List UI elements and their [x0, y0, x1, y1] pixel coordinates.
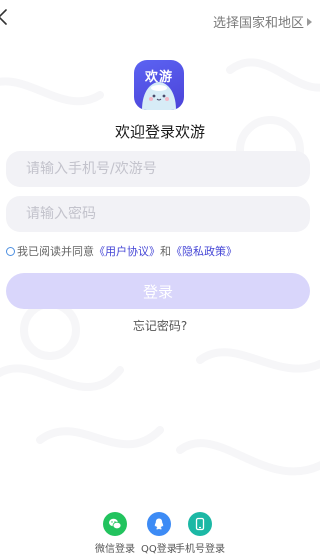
- region-label: 选择国家和地区: [212, 16, 304, 31]
- wechat-icon: [109, 518, 122, 530]
- privacy-policy-link[interactable]: 《隐私政策》: [171, 243, 237, 259]
- country-region-selector[interactable]: 选择国家和地区: [213, 12, 312, 31]
- wechat-login-label: 微信登录: [95, 544, 135, 555]
- back-icon[interactable]: [0, 6, 16, 28]
- password-field[interactable]: [6, 196, 310, 232]
- qq-login-button[interactable]: [147, 512, 171, 536]
- welcome-title: 欢迎登录欢游: [114, 123, 205, 141]
- mascot-icon: [142, 82, 176, 110]
- agreement-prefix: 我已阅读并同意: [17, 245, 94, 258]
- qq-penguin-icon: [154, 518, 164, 530]
- user-agreement-link[interactable]: 《用户协议》: [94, 243, 160, 259]
- phone-field[interactable]: [6, 151, 310, 187]
- agreement-row: 我已阅读并同意 《用户协议》 和 《隐私政策》: [6, 243, 237, 259]
- forgot-password-link[interactable]: 忘记密码?: [0, 317, 320, 334]
- qq-login-label: QQ登录: [141, 544, 177, 555]
- password-input[interactable]: [26, 206, 310, 222]
- triangle-right-icon: [307, 17, 312, 26]
- phone-login-label: 手机号登录: [175, 544, 225, 555]
- agreement-checkbox[interactable]: [6, 246, 15, 256]
- agreement-conjunction: 和: [160, 245, 171, 258]
- app-logo: 欢游: [134, 60, 184, 110]
- phone-icon: [195, 517, 205, 531]
- login-button[interactable]: 登录: [6, 273, 310, 309]
- phone-login-button[interactable]: [188, 512, 212, 536]
- wechat-login-button[interactable]: [103, 512, 127, 536]
- phone-input[interactable]: [26, 161, 310, 177]
